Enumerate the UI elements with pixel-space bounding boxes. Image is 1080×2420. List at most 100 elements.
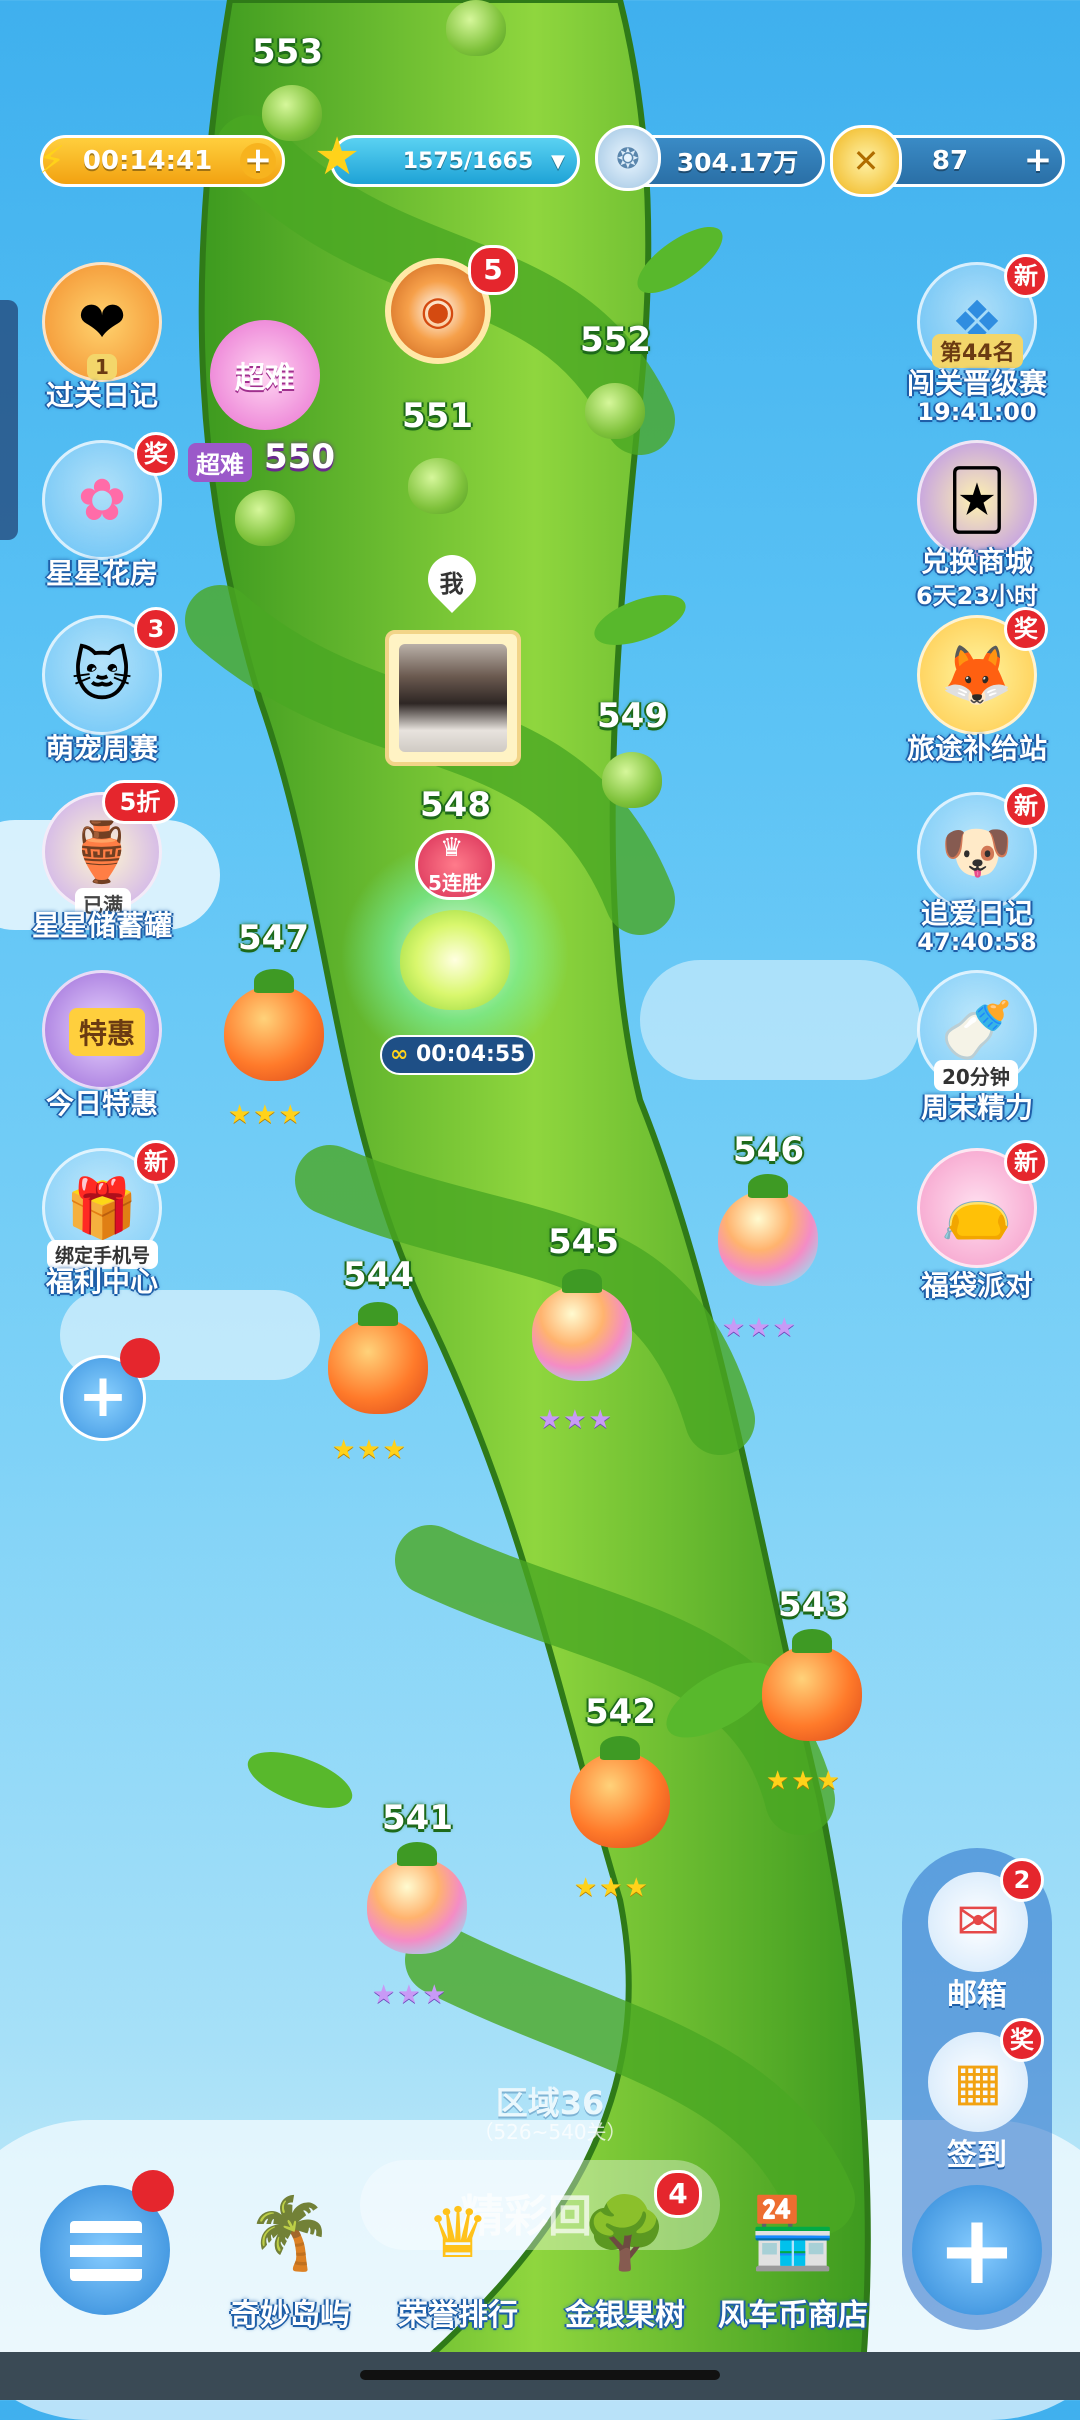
- level-547-node[interactable]: [224, 969, 324, 1081]
- left-btn-diary[interactable]: ❤ 1 过关日记: [17, 262, 187, 432]
- level-545-node[interactable]: [532, 1269, 632, 1381]
- nav-island[interactable]: 🌴 奇妙岛屿: [215, 2178, 365, 2338]
- avatar-photo: [399, 644, 507, 752]
- windmill-shop-icon: 🏪: [749, 2191, 837, 2274]
- level-timer: ∞ 00:04:55: [380, 1035, 535, 1075]
- level-552-node[interactable]: [585, 383, 645, 439]
- level-number: 541: [382, 1798, 453, 1838]
- palm-island-icon: 🌴: [246, 2191, 334, 2274]
- right-btn-label: 周末精力: [920, 1091, 1033, 1124]
- chevron-down-icon: ▼: [551, 150, 565, 172]
- left-btn-pet-weekly[interactable]: 🐱 3 萌宠周赛: [17, 607, 187, 785]
- right-btn-lucky-bag[interactable]: 👝 新 福袋派对: [892, 1140, 1062, 1318]
- level-542-node[interactable]: [570, 1736, 670, 1848]
- right-btn-exchange[interactable]: 🃏 兑换商城 6天23小时: [892, 440, 1062, 610]
- right-btn-label: 旅途补给站: [906, 732, 1047, 765]
- home-indicator-bar: [0, 2352, 1080, 2400]
- notification-dot: [120, 1338, 160, 1378]
- silver-coin-icon: ❂: [595, 125, 661, 191]
- dock-plus-button[interactable]: +: [912, 2185, 1042, 2315]
- level-553-node[interactable]: [262, 85, 322, 141]
- energy-timer: 00:14:41: [82, 146, 213, 176]
- level-550-node[interactable]: [235, 490, 295, 546]
- mail-badge: 2: [1000, 1858, 1044, 1902]
- leaf-icon: [600, 1736, 640, 1760]
- level-551-node[interactable]: [408, 458, 468, 514]
- checkin-button[interactable]: ▦ 奖 签到: [910, 2018, 1044, 2173]
- left-btn-label: 今日特惠: [45, 1087, 158, 1120]
- nav-label: 荣誉排行: [398, 2298, 518, 2333]
- silver-coin-count: 304.17万: [676, 148, 799, 177]
- reward-badge: 奖: [134, 432, 178, 476]
- level-554-node[interactable]: [446, 0, 506, 56]
- level-stars: ★★★: [722, 1313, 798, 1343]
- right-btn-label: 闯关晋级赛: [906, 367, 1047, 400]
- level-number: 548: [420, 785, 491, 825]
- level-number: 547: [238, 918, 309, 958]
- checkin-label: 签到: [947, 2138, 1007, 2173]
- level-number: 549: [597, 696, 668, 736]
- level-549-node[interactable]: [602, 752, 662, 808]
- nav-label: 奇妙岛屿: [230, 2298, 350, 2333]
- right-btn-love-diary[interactable]: 🐶 新 追爱日记 47:40:58: [892, 784, 1062, 962]
- left-btn-label: 星星花房: [45, 557, 158, 590]
- right-btn-label: 福袋派对: [920, 1269, 1033, 1302]
- new-badge: 新: [1004, 784, 1048, 828]
- nav-windmill-shop[interactable]: 🏪 风车币商店: [718, 2178, 868, 2338]
- leaf-icon: [562, 1269, 602, 1293]
- left-btn-daily-deal[interactable]: 特惠 今日特惠: [17, 970, 187, 1140]
- stars-count: 1575/1665: [402, 148, 534, 174]
- crown-icon: ♛: [426, 2192, 490, 2274]
- left-btn-welfare[interactable]: 🎁 新 绑定手机号 福利中心: [17, 1140, 187, 1318]
- left-btn-flower-house[interactable]: ✿ 奖 星星花房: [17, 432, 187, 610]
- home-indicator[interactable]: [360, 2370, 720, 2380]
- streak-label: 5连胜: [428, 871, 482, 895]
- level-548-node[interactable]: [400, 910, 510, 1010]
- plus-icon: +: [77, 1361, 129, 1431]
- level-stars: ★★★: [372, 1980, 448, 2010]
- right-btn-label: 兑换商城: [920, 545, 1033, 578]
- region-range: （526~540关）: [473, 2120, 627, 2144]
- wheel-icon: ◉: [420, 288, 456, 334]
- right-btn-promotion[interactable]: ❖ 新 第44名 闯关晋级赛 19:41:00: [892, 254, 1062, 432]
- crown-icon: ♛: [440, 833, 464, 863]
- level-543-node[interactable]: [762, 1629, 862, 1741]
- avatar[interactable]: [385, 630, 521, 766]
- nav-ranking[interactable]: ♛ 荣誉排行: [383, 2178, 533, 2338]
- level-546-node[interactable]: [718, 1174, 818, 1286]
- left-btn-label: 过关日记: [45, 379, 158, 412]
- add-gold-button[interactable]: +: [1020, 143, 1056, 179]
- star-icon: ★: [313, 127, 361, 187]
- mail-button[interactable]: ✉ 2 邮箱: [910, 1858, 1044, 2013]
- add-energy-button[interactable]: +: [240, 143, 276, 179]
- level-number: 542: [585, 1692, 656, 1732]
- right-btn-label: 追爱日记: [920, 897, 1033, 930]
- left-btn-label: 萌宠周赛: [45, 732, 158, 765]
- level-stars: ★★★: [538, 1405, 614, 1435]
- gold-coin-icon: ✕: [830, 125, 902, 197]
- level-544-node[interactable]: [328, 1302, 428, 1414]
- level-stars: ★★★: [574, 1873, 650, 1903]
- left-edge-handle: [0, 300, 18, 540]
- level-541-node[interactable]: [367, 1842, 467, 1954]
- discount-badge: 5折: [102, 780, 178, 824]
- super-hard-label: 超难: [235, 361, 295, 396]
- nav-label: 风车币商店: [718, 2298, 868, 2333]
- left-btn-piggy-bank[interactable]: 🏺 5折 已满 星星储蓄罐: [17, 780, 187, 962]
- level-stars: ★★★: [332, 1435, 408, 1465]
- left-btn-label: 福利中心: [45, 1265, 158, 1298]
- leaf-icon: [792, 1629, 832, 1653]
- deal-tag: 特惠: [69, 1008, 146, 1056]
- notification-dot: [132, 2170, 174, 2212]
- gold-coin-count: 87: [931, 146, 969, 176]
- super-hard-flower: 超难: [210, 320, 320, 430]
- right-btn-timer: 47:40:58: [917, 928, 1037, 956]
- right-btn-supply[interactable]: 🦊 奖 旅途补给站: [892, 607, 1062, 785]
- level-number: 546: [733, 1130, 804, 1170]
- leaf-icon: [358, 1302, 398, 1326]
- level-number: 551: [402, 396, 473, 436]
- nav-fruit-tree[interactable]: 🌳 4 金银果树: [550, 2170, 702, 2338]
- super-hard-level: 550: [264, 437, 335, 477]
- level-timer-text: 00:04:55: [416, 1042, 526, 1067]
- right-btn-weekend-energy[interactable]: 🍼 20分钟 周末精力: [892, 970, 1062, 1140]
